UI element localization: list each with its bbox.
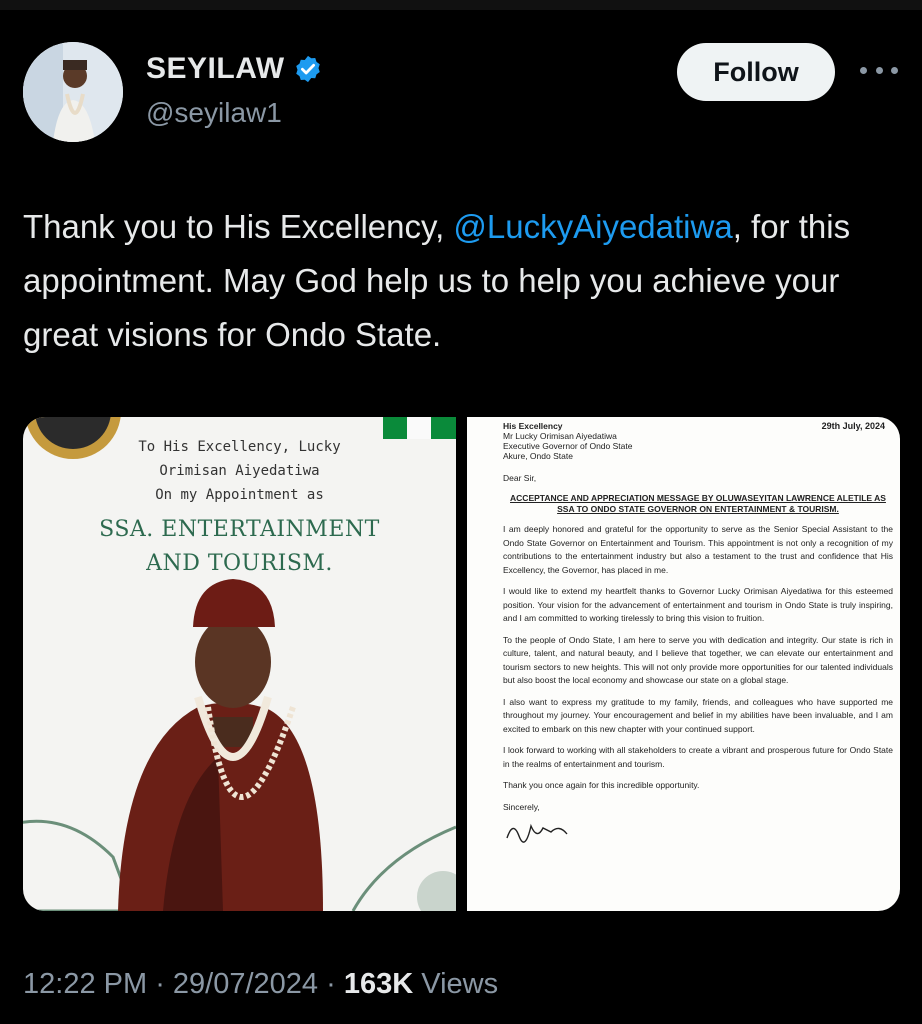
name-row: SEYILAW	[146, 52, 323, 86]
letter-salutation: Dear Sir,	[503, 473, 537, 483]
letter-paragraph: To the people of Ondo State, I am here t…	[503, 634, 893, 686]
signature-mark	[506, 823, 568, 843]
media-grid: To His Excellency, Lucky Orimisan Aiyeda…	[23, 417, 900, 911]
date-text: 29/07/2024	[172, 968, 319, 1000]
letter-paragraph: I also want to express my gratitude to m…	[503, 696, 893, 734]
letter-address-line: Mr Lucky Orimisan Aiyedatiwa	[503, 431, 617, 441]
views-count: 163K	[343, 968, 414, 1000]
tweet-text-part: Thank you to His Excellency,	[23, 208, 454, 245]
poster-image[interactable]: To His Excellency, Lucky Orimisan Aiyeda…	[23, 417, 456, 911]
verified-badge-icon	[295, 55, 320, 83]
letter-subject: SSA TO ONDO STATE GOVERNOR ON ENTERTAINM…	[557, 504, 839, 514]
tweet-timestamp[interactable]: 12:22 PM · 29/07/2024 · 163K Views	[23, 968, 498, 1001]
user-handle[interactable]: @seyilaw1	[146, 97, 282, 129]
letter-paragraph: I would like to extend my heartfelt than…	[503, 586, 893, 623]
letter-image[interactable]: 29th July, 2024 His Excellency Mr Lucky …	[467, 417, 900, 911]
more-options-icon[interactable]	[860, 58, 898, 82]
letter-paragraph: Sincerely,	[503, 801, 540, 812]
poster-title: AND TOURISM.	[146, 551, 333, 576]
display-name[interactable]: SEYILAW	[146, 52, 285, 86]
letter-paragraph: I am deeply honored and grateful for the…	[503, 524, 893, 575]
follow-button[interactable]: Follow	[677, 43, 835, 101]
poster-line: To His Excellency, Lucky	[138, 439, 341, 455]
tweet-text: Thank you to His Excellency, @LuckyAiyed…	[23, 200, 908, 362]
letter-subject: ACCEPTANCE AND APPRECIATION MESSAGE BY O…	[510, 493, 886, 503]
views-label: Views	[421, 968, 499, 1000]
poster-title: SSA. ENTERTAINMENT	[99, 517, 380, 542]
letter-address-line: Executive Governor of Ondo State	[503, 441, 633, 451]
poster-line: Orimisan Aiyedatiwa	[159, 463, 320, 479]
user-avatar[interactable]	[23, 42, 123, 142]
mention-link[interactable]: @LuckyAiyedatiwa	[453, 208, 732, 245]
letter-address-line: Akure, Ondo State	[503, 451, 573, 461]
status-bar-edge	[0, 0, 922, 10]
letter-paragraph: Thank you once again for this incredible…	[503, 780, 700, 790]
letter-date: 29th July, 2024	[821, 421, 885, 431]
poster-line: On my Appointment as	[155, 487, 324, 503]
avatar-photo	[23, 42, 123, 142]
letter-paragraph: I look forward to working with all stake…	[503, 745, 893, 769]
letter: 29th July, 2024 His Excellency Mr Lucky …	[503, 421, 893, 849]
time-text: 12:22 PM	[23, 968, 148, 1000]
